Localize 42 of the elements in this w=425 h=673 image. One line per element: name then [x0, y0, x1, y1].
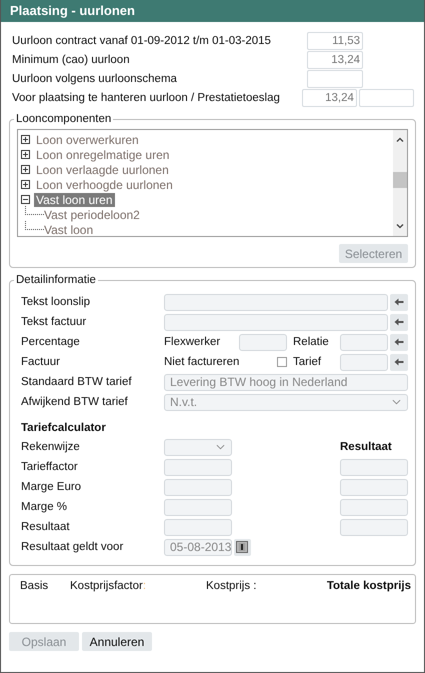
- section-heading: Tariefcalculator: [21, 422, 107, 436]
- field-label: Voor plaatsing te hanteren uurloon / Prestatietoeslag: [12, 92, 281, 104]
- dropdown[interactable]: N.v.t.: [164, 394, 408, 410]
- field-label: Relatie: [293, 336, 330, 348]
- field-label: Resultaat: [21, 521, 71, 533]
- field-label: Resultaat geldt voor: [21, 541, 124, 553]
- field-label: Tarief: [293, 356, 322, 368]
- input-field[interactable]: 13,24: [302, 88, 357, 106]
- field-label: Uurloon volgens uurloonschema: [12, 72, 178, 84]
- column-heading: Kostprijs :: [206, 579, 258, 593]
- window-title: Plaatsing - uurlonen: [1, 0, 424, 22]
- field-label: Flexwerker: [164, 336, 222, 348]
- input-field[interactable]: 13,24: [307, 50, 363, 68]
- fieldset-legend: Looncomponenten: [14, 112, 114, 126]
- input-field[interactable]: 11,53: [307, 32, 363, 50]
- field-label: Uurloon contract vanaf 01-09-2012 t/m 01-03-2015: [12, 34, 272, 46]
- field-label: Tekst loonslip: [21, 296, 92, 308]
- tree-item[interactable]: Loon verhoogde uurlonen: [34, 178, 175, 192]
- tree-item[interactable]: Loon verlaagde uurlonen: [34, 162, 171, 176]
- field-label: Rekenwijze: [21, 441, 81, 453]
- tree-item[interactable]: Vast loon: [44, 222, 96, 236]
- tree-item[interactable]: Vast periodeloon2: [44, 208, 142, 222]
- tree-item[interactable]: Vast loon uren: [34, 192, 114, 206]
- input-field[interactable]: Levering BTW hoog in Nederland: [164, 374, 408, 390]
- field-label: Factuur: [21, 356, 61, 368]
- field-label: Tekst factuur: [21, 316, 88, 328]
- column-heading: Kostprijsfactor:: [70, 579, 148, 593]
- field-label: Marge %: [21, 501, 68, 513]
- checkbox-label: Niet factureren: [164, 356, 240, 368]
- column-heading: Totale kostprijs: [326, 579, 411, 593]
- column-heading: Basis: [20, 579, 50, 593]
- field-label: Percentage: [21, 336, 81, 348]
- dialog-button[interactable]: Annuleren: [82, 632, 152, 651]
- tree-item[interactable]: Loon overwerkuren: [34, 132, 141, 146]
- field-label: Marge Euro: [21, 481, 82, 493]
- field-label: Standaard BTW tarief: [21, 376, 133, 388]
- date-field[interactable]: 05-08-2013: [164, 538, 232, 556]
- field-label: Afwijkend BTW tarief: [21, 396, 129, 408]
- tree-item[interactable]: Loon onregelmatige uren: [34, 148, 172, 162]
- column-heading: Resultaat: [340, 441, 393, 453]
- field-label: Minimum (cao) uurloon: [12, 54, 131, 66]
- field-label: Tarieffactor: [21, 461, 79, 473]
